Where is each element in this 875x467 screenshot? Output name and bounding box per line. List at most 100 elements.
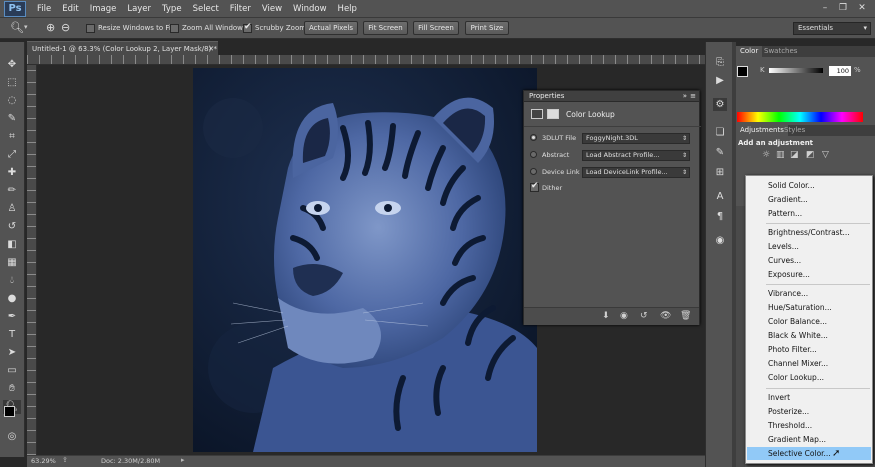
brightness-icon[interactable]: ☼ [762, 150, 770, 160]
blur-tool-icon[interactable]: 💧︎ [3, 274, 21, 288]
fit-screen-button[interactable]: Fit Screen [363, 21, 408, 35]
menu-item-pattern[interactable]: Pattern... [747, 207, 871, 220]
history-brush-tool-icon[interactable]: ↺ [3, 220, 21, 234]
abstract-radio[interactable] [530, 151, 537, 158]
visibility-icon[interactable]: 👁︎ [660, 311, 671, 321]
properties-icon[interactable]: ⚙ [713, 98, 727, 111]
3dlut-radio[interactable] [530, 134, 537, 141]
close-icon[interactable]: ✕ [855, 2, 869, 15]
k-slider[interactable] [769, 68, 823, 73]
menu-item-curves[interactable]: Curves... [747, 254, 871, 267]
menu-item-invert[interactable]: Invert [747, 391, 871, 404]
panel-menu-icon[interactable]: ≡ [690, 91, 696, 102]
path-select-tool-icon[interactable]: ➤ [3, 346, 21, 360]
share-icon[interactable]: ⇪ [62, 456, 68, 464]
foreground-color-swatch[interactable] [4, 406, 15, 417]
menu-item-selective-color[interactable]: Selective Color... [747, 447, 871, 460]
gradient-tool-icon[interactable]: ▦ [3, 256, 21, 270]
quick-mask-icon[interactable]: ◎ [3, 430, 21, 444]
fill-screen-button[interactable]: Fill Screen [413, 21, 459, 35]
menu-item-solid-color[interactable]: Solid Color... [747, 179, 871, 192]
minimize-icon[interactable]: – [818, 2, 832, 15]
pen-tool-icon[interactable]: ✒ [3, 310, 21, 324]
levels-icon[interactable]: ▥ [776, 150, 785, 160]
zoom-tool-icon[interactable]: 🔍︎ [10, 21, 24, 34]
quick-select-tool-icon[interactable]: ✎ [3, 112, 21, 126]
menu-item-posterize[interactable]: Posterize... [747, 405, 871, 418]
workspace-select[interactable]: Essentials ▾ [793, 22, 871, 35]
menu-edit[interactable]: Edit [62, 4, 78, 14]
hand-tool-icon[interactable]: ✋︎ [3, 382, 21, 396]
menu-item-black-white[interactable]: Black & White... [747, 329, 871, 342]
clone-stamp-tool-icon[interactable]: ♙ [3, 202, 21, 216]
shape-tool-icon[interactable]: ▭ [3, 364, 21, 378]
menu-item-channel-mixer[interactable]: Channel Mixer... [747, 357, 871, 370]
exposure-icon[interactable]: ◩ [806, 150, 815, 160]
menu-layer[interactable]: Layer [127, 4, 151, 14]
menu-item-gradient[interactable]: Gradient... [747, 193, 871, 206]
move-tool-icon[interactable]: ✥ [3, 58, 21, 72]
dither-checkbox[interactable] [530, 181, 539, 192]
curves-icon[interactable]: ◪ [790, 150, 799, 160]
menu-window[interactable]: Window [293, 4, 327, 14]
close-icon[interactable]: ✕ [208, 42, 214, 56]
zoom-all-checkbox[interactable] [170, 24, 179, 33]
color-ramp[interactable] [737, 112, 863, 122]
menu-filter[interactable]: Filter [230, 4, 251, 14]
brush-tool-icon[interactable]: ✏ [3, 184, 21, 198]
3dlut-select[interactable]: FoggyNight.3DL [582, 133, 690, 144]
character-icon[interactable]: A [713, 190, 727, 203]
menu-item-color-lookup[interactable]: Color Lookup... [747, 371, 871, 384]
menu-type[interactable]: Type [162, 4, 182, 14]
vibrance-icon[interactable]: ▽ [822, 150, 829, 160]
print-size-button[interactable]: Print Size [465, 21, 509, 35]
device-link-select[interactable]: Load DeviceLink Profile... [582, 167, 690, 178]
abstract-select[interactable]: Load Abstract Profile... [582, 150, 690, 161]
properties-header[interactable]: Properties » ≡ [524, 91, 699, 102]
healing-brush-tool-icon[interactable]: ✚ [3, 166, 21, 180]
clone-source-icon[interactable]: ⊞ [713, 166, 727, 179]
document-image[interactable] [193, 68, 537, 452]
menu-item-threshold[interactable]: Threshold... [747, 419, 871, 432]
zoom-in-icon[interactable]: ⊕ [46, 21, 55, 34]
menu-view[interactable]: View [262, 4, 282, 14]
trash-icon[interactable]: 🗑︎ [680, 311, 691, 321]
zoom-level[interactable]: 63.29% [31, 457, 56, 465]
actions-icon[interactable]: ▶ [713, 74, 727, 87]
device-link-radio[interactable] [530, 168, 537, 175]
foreground-color-swatch[interactable] [737, 66, 748, 77]
brush-presets-icon[interactable]: ✎ [713, 146, 727, 159]
menu-item-vibrance[interactable]: Vibrance... [747, 287, 871, 300]
menu-help[interactable]: Help [338, 4, 357, 14]
view-previous-icon[interactable]: ◉ [620, 311, 628, 321]
actual-pixels-button[interactable]: Actual Pixels [304, 21, 358, 35]
menu-item-photo-filter[interactable]: Photo Filter... [747, 343, 871, 356]
menu-item-color-balance[interactable]: Color Balance... [747, 315, 871, 328]
menu-item-hue-saturation[interactable]: Hue/Saturation... [747, 301, 871, 314]
eraser-tool-icon[interactable]: ◧ [3, 238, 21, 252]
menu-item-brightness-contrast[interactable]: Brightness/Contrast... [747, 226, 871, 239]
menu-select[interactable]: Select [193, 4, 219, 14]
tab-color[interactable]: Color [736, 46, 763, 57]
chevron-down-icon[interactable]: ▾ [24, 23, 28, 31]
clip-to-layer-icon[interactable]: ⬇ [602, 311, 610, 321]
dodge-tool-icon[interactable]: ● [3, 292, 21, 306]
crop-tool-icon[interactable]: ⌗ [3, 130, 21, 144]
layer-comps-icon[interactable]: ❏ [713, 126, 727, 139]
type-tool-icon[interactable]: T [3, 328, 21, 342]
layer-mask-icon[interactable] [547, 109, 559, 119]
tab-styles[interactable]: Styles [780, 125, 809, 136]
document-tab[interactable]: Untitled-1 @ 63.3% (Color Lookup 2, Laye… [27, 41, 218, 55]
resize-windows-checkbox[interactable] [86, 24, 95, 33]
menu-image[interactable]: Image [90, 4, 117, 14]
tab-swatches[interactable]: Swatches [760, 46, 801, 57]
history-icon[interactable]: ⎘ [713, 56, 727, 69]
menu-item-levels[interactable]: Levels... [747, 240, 871, 253]
lasso-tool-icon[interactable]: ◌ [3, 94, 21, 108]
marquee-tool-icon[interactable]: ⬚ [3, 76, 21, 90]
paragraph-icon[interactable]: ¶ [713, 210, 727, 223]
zoom-out-icon[interactable]: ⊖ [61, 21, 70, 34]
arrow-right-icon[interactable]: ▸ [181, 456, 185, 464]
restore-icon[interactable]: ❐ [836, 2, 850, 15]
menu-item-gradient-map[interactable]: Gradient Map... [747, 433, 871, 446]
